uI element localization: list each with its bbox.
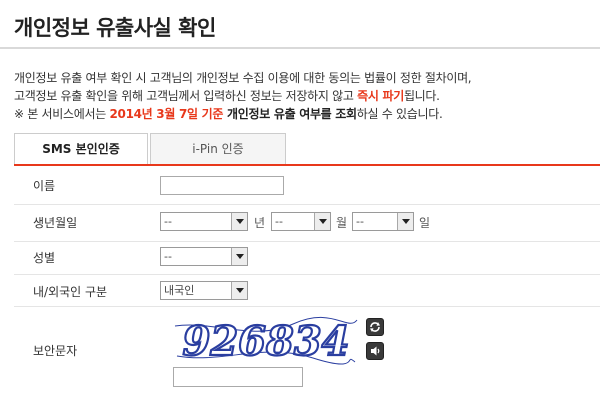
captcha-refresh-button[interactable]: [366, 318, 384, 336]
title-divider: [0, 47, 600, 49]
gender-label: 성별: [33, 251, 56, 265]
description-line-1: 개인정보 유출 여부 확인 시 고객님의 개인정보 수집 이용에 대한 동의는 …: [14, 71, 472, 85]
chevron-down-icon: [397, 213, 413, 230]
chevron-down-icon: [314, 213, 330, 230]
chevron-down-icon: [231, 282, 247, 299]
month-unit: 월: [336, 216, 348, 230]
page-title: 개인정보 유출사실 확인: [14, 16, 216, 40]
name-label: 이름: [33, 179, 56, 193]
description-text: 하실 수 있습니다.: [356, 107, 443, 121]
birth-month-select[interactable]: --: [271, 212, 331, 231]
name-input[interactable]: [160, 176, 284, 195]
refresh-icon: [370, 322, 380, 332]
reference-date: 2014년 3월 7일 기준: [109, 107, 224, 121]
name-row: 이름: [14, 166, 600, 205]
description-line-3: ※ 본 서비스에서는 2014년 3월 7일 기준 개인정보 유출 여부를 조회…: [14, 105, 594, 123]
birth-day-value: --: [356, 215, 364, 228]
auth-tabs: SMS 본인인증 i-Pin 인증: [14, 133, 600, 166]
speaker-icon: [371, 346, 380, 356]
description: 개인정보 유출 여부 확인 시 고객님의 개인정보 수집 이용에 대한 동의는 …: [14, 69, 594, 123]
birth-year-value: --: [164, 215, 172, 228]
year-unit: 년: [254, 216, 266, 230]
captcha-image: 926834: [173, 312, 359, 368]
description-text: 고객정보 유출 확인을 위해 고객님께서 입력하신 정보는 저장하지 않고: [14, 89, 358, 103]
description-text: ※ 본 서비스에서는: [14, 107, 110, 121]
nationality-row: 내/외국인 구분 내국인: [14, 275, 600, 307]
lookup-text: 조회: [335, 107, 357, 121]
birth-day-select[interactable]: --: [352, 212, 414, 231]
description-text: 개인정보 유출 여부를: [223, 107, 336, 121]
gender-row: 성별 --: [14, 242, 600, 275]
nationality-value: 내국인: [164, 284, 195, 297]
immediate-destroy-text: 즉시 파기: [357, 89, 404, 103]
tab-ipin-auth[interactable]: i-Pin 인증: [150, 133, 286, 164]
captcha-code: 926834: [183, 318, 350, 365]
nationality-label: 내/외국인 구분: [33, 285, 108, 299]
description-line-2: 고객정보 유출 확인을 위해 고객님께서 입력하신 정보는 저장하지 않고 즉시…: [14, 87, 594, 105]
captcha-graphic: 926834: [174, 317, 358, 366]
day-unit: 일: [419, 216, 431, 230]
nationality-select[interactable]: 내국인: [160, 281, 248, 300]
captcha-input[interactable]: [173, 367, 303, 387]
birth-month-value: --: [275, 215, 283, 228]
birth-label: 생년월일: [33, 216, 78, 230]
gender-select[interactable]: --: [160, 247, 248, 266]
chevron-down-icon: [231, 213, 247, 230]
description-text: 됩니다.: [403, 89, 440, 103]
chevron-down-icon: [231, 248, 247, 265]
captcha-audio-button[interactable]: [366, 342, 384, 360]
gender-value: --: [164, 250, 172, 263]
captcha-label: 보안문자: [33, 344, 78, 358]
birth-row: 생년월일 -- 년 -- 월 -- 일: [14, 205, 600, 242]
birth-year-select[interactable]: --: [160, 212, 248, 231]
tab-sms-auth[interactable]: SMS 본인인증: [14, 133, 148, 164]
